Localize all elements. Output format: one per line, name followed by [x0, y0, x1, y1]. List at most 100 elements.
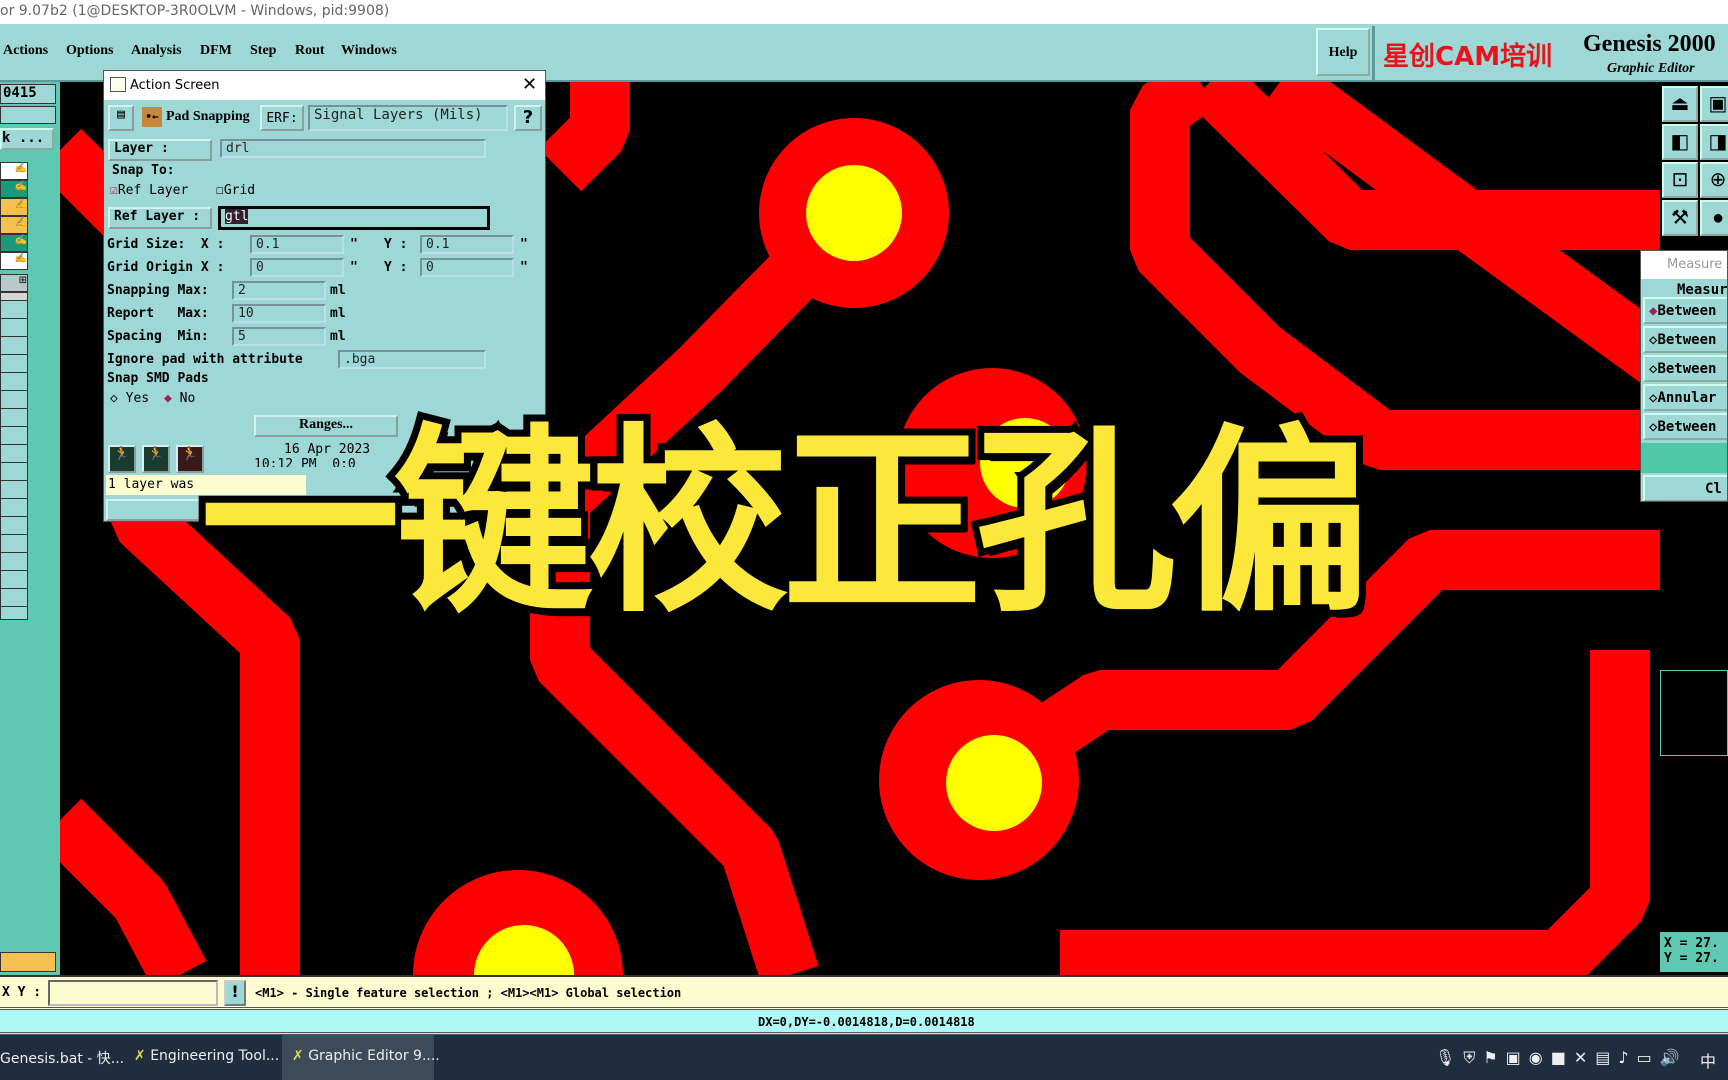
menu-analysis[interactable]: Analysis — [131, 43, 182, 59]
unit-label: " — [350, 237, 358, 252]
menu-options[interactable]: Options — [66, 43, 113, 59]
layer-row[interactable]: ✍ — [0, 234, 28, 252]
menu-windows[interactable]: Windows — [341, 43, 397, 59]
status-bar: X Y : ! <M1> - Single feature selection … — [0, 975, 1728, 1010]
measure-option-label: Between — [1657, 303, 1717, 319]
close-icon[interactable]: ✕ — [522, 74, 537, 95]
radio-selected-icon: ◆ — [164, 391, 172, 406]
measure-option[interactable]: ◇Between — [1643, 326, 1727, 353]
taskbar-item-active[interactable]: ✗ Graphic Editor 9.... — [282, 1035, 440, 1080]
grid-origin-y-field[interactable]: 0 — [420, 258, 514, 277]
step-field[interactable] — [0, 106, 56, 124]
radio-yes[interactable]: ◇ Yes — [110, 391, 149, 406]
layer-row[interactable]: ✍ — [0, 162, 28, 180]
help-button[interactable]: Help — [1316, 28, 1370, 76]
delta-readout: DX=0,DY=-0.0014818,D=0.0014818 — [758, 1015, 975, 1029]
grid-size-y-field[interactable]: 0.1 — [420, 235, 514, 254]
unit-label: " — [520, 260, 528, 275]
dialog-title-bar: Action Screen ✕ — [104, 71, 545, 100]
action-menu-icon[interactable]: ▤ — [108, 105, 134, 131]
system-tray[interactable]: 🎙⛨⚑▣◉■✕▤♪▭🔊 — [1425, 1035, 1688, 1080]
pan-right-icon[interactable]: ◨ — [1700, 124, 1728, 160]
checkbox-icon: ☐ — [216, 183, 224, 198]
layer-field[interactable]: drl — [220, 139, 486, 158]
layer-row[interactable]: ✍ — [0, 216, 28, 234]
report-max-field[interactable]: 10 — [232, 304, 326, 323]
ref-layer-button[interactable]: Ref Layer : — [108, 207, 212, 229]
layer-row[interactable]: ✍ — [0, 252, 28, 270]
measure-option[interactable]: ◆Between — [1643, 297, 1727, 324]
ref-layer-checkbox[interactable]: ☑Ref Layer — [110, 183, 188, 198]
measure-header: Measur — [1677, 282, 1728, 298]
grid-size-x-field[interactable]: 0.1 — [250, 235, 344, 254]
zoom-down-icon[interactable]: ▣ — [1700, 86, 1728, 122]
radio-label: No — [179, 391, 196, 406]
xy-input[interactable] — [48, 980, 218, 1006]
menu-actions[interactable]: Actions — [3, 43, 48, 59]
menu-dfm[interactable]: DFM — [200, 43, 232, 59]
taskbar-item[interactable]: Genesis.bat - 快... — [0, 1035, 124, 1080]
help-button[interactable]: ? — [514, 105, 542, 131]
layer-row[interactable] — [0, 952, 56, 972]
measure-option[interactable]: ◇Annular — [1643, 384, 1727, 411]
layer-list[interactable] — [0, 300, 28, 620]
zoom-center-icon[interactable]: ⊕ — [1700, 162, 1728, 198]
dialog-title: Action Screen — [130, 78, 220, 93]
right-toolbar: ⏏ ▣ ◧ ◨ ⊡ ⊕ ⚒ ● — [1660, 84, 1728, 244]
alert-icon[interactable]: ! — [224, 980, 246, 1006]
unit-label: " — [350, 260, 358, 275]
brand-cn-label: 星创CAM培训 — [1383, 42, 1553, 72]
layer-panel: 0415 k ... ✍ ✍ ✍ ✍ ✍ ✍ ⊞ — [0, 82, 60, 975]
info-bar: DX=0,DY=-0.0014818,D=0.0014818 — [0, 1010, 1728, 1035]
measure-option-label: Between — [1657, 332, 1717, 348]
product-subtitle: Graphic Editor — [1607, 61, 1695, 76]
x-app-icon: ✗ — [134, 1048, 151, 1064]
run-selected-icon[interactable]: 🏃 — [142, 445, 170, 473]
zoom-home-icon[interactable]: ⏏ — [1662, 86, 1698, 122]
run-icon[interactable]: 🏃 — [108, 445, 136, 473]
grid-origin-x-field[interactable]: 0 — [250, 258, 344, 277]
brand-area: 星创CAM培训 Genesis 2000 Graphic Editor — [1372, 26, 1728, 80]
snap-tool-icon[interactable]: ● — [1700, 200, 1728, 236]
pad-snapping-icon: •← — [142, 107, 162, 127]
product-name: Genesis 2000 — [1583, 31, 1716, 57]
erf-field[interactable]: Signal Layers (Mils) — [308, 105, 508, 131]
grid-checkbox[interactable]: ☐Grid — [216, 183, 255, 198]
measure-option-label: Between — [1657, 361, 1717, 377]
checkbox-label: Ref Layer — [117, 183, 189, 198]
unit-label: " — [520, 237, 528, 252]
menu-step[interactable]: Step — [250, 43, 276, 59]
measure-option[interactable]: ◇Between — [1643, 355, 1727, 382]
spacing-min-field[interactable]: 5 — [232, 327, 326, 346]
layer-row[interactable]: ✍ — [0, 198, 28, 216]
measure-tool-icon[interactable]: ⚒ — [1662, 200, 1698, 236]
taskbar-item[interactable]: ✗ Engineering Tool... — [124, 1035, 280, 1080]
coord-x: X = 27. — [1664, 936, 1719, 951]
y-label: Y : — [384, 260, 408, 275]
video-caption-overlay: 一键校正孔偏 — [193, 398, 1377, 647]
radio-icon: ◇ — [110, 391, 118, 406]
overview-map[interactable] — [1660, 670, 1728, 756]
snap-smd-label: Snap SMD Pads — [107, 371, 209, 386]
layer-row[interactable]: ✍ — [0, 180, 28, 198]
job-browse-button[interactable]: k ... — [0, 128, 54, 150]
coordinate-readout: X = 27. Y = 27. — [1660, 932, 1728, 972]
layer-button[interactable]: Layer : — [108, 139, 212, 161]
spacing-min-label: Spacing Min: — [107, 329, 209, 344]
ref-layer-field[interactable]: gtl — [218, 206, 490, 230]
measure-panel: Measure P Measur ◆Between ◇Between ◇Betw… — [1640, 250, 1728, 502]
layer-row[interactable]: ⊞ — [0, 274, 28, 292]
radio-no[interactable]: ◆ No — [164, 391, 195, 406]
drill-hole — [946, 735, 1042, 831]
menu-rout[interactable]: Rout — [295, 43, 325, 59]
pan-left-icon[interactable]: ◧ — [1662, 124, 1698, 160]
app-icon — [110, 77, 126, 92]
taskbar-label: Engineering Tool... — [150, 1048, 280, 1064]
snapping-max-field[interactable]: 2 — [232, 281, 326, 300]
measure-close-button[interactable]: Cl — [1643, 475, 1727, 501]
erf-button[interactable]: ERF: — [260, 105, 304, 131]
measure-option[interactable]: ◇Between — [1643, 413, 1727, 440]
job-name: 0415 — [0, 84, 56, 104]
zoom-fit-icon[interactable]: ⊡ — [1662, 162, 1698, 198]
ime-indicator[interactable]: 中 — [1690, 1035, 1716, 1080]
